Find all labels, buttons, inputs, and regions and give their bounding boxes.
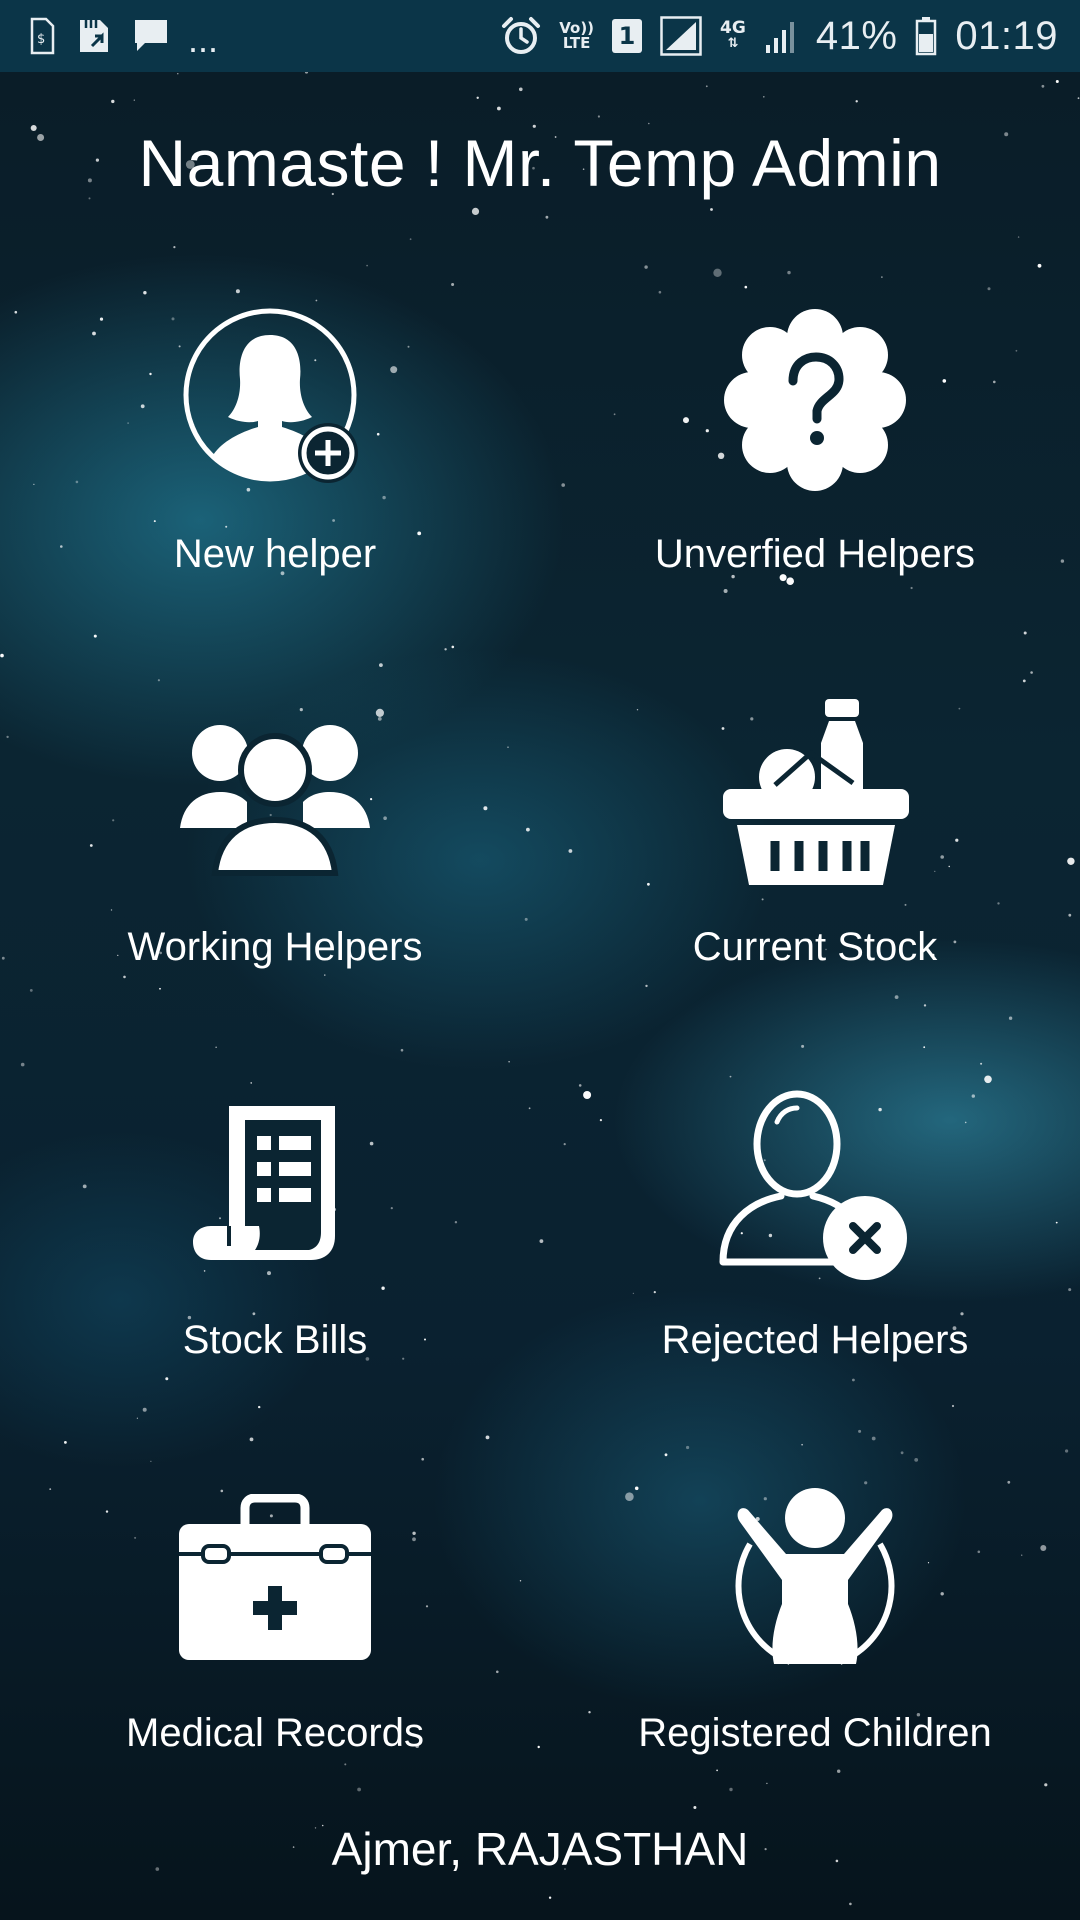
star [849, 1902, 852, 1906]
menu-label: Working Helpers [127, 925, 423, 969]
star [451, 283, 455, 286]
menu-tile-current-stock[interactable]: Current Stock [550, 693, 1080, 1086]
more-notifications-indicator: ... [188, 19, 219, 60]
question-badge-icon [715, 300, 915, 500]
clock: 01:19 [955, 13, 1058, 58]
star [409, 238, 412, 241]
star [173, 246, 176, 249]
star [987, 287, 991, 291]
star [133, 99, 135, 101]
battery-icon [915, 16, 937, 56]
sim-slot-badge: 1 [612, 19, 643, 53]
menu-label: New helper [173, 532, 377, 576]
menu-label: Registered Children [638, 1711, 992, 1755]
star [763, 96, 765, 98]
star [476, 96, 479, 100]
menu-tile-medical-records[interactable]: Medical Records [0, 1479, 550, 1872]
signal-strength-icon [660, 16, 702, 56]
message-icon [132, 17, 170, 55]
bill-scroll-icon [175, 1086, 375, 1286]
sim-toolkit-icon: $ [26, 16, 56, 56]
menu-label: Current Stock [692, 925, 938, 969]
star [713, 268, 722, 277]
menu-grid: New helper Unverfied Helpers Working Hel… [0, 300, 1080, 1872]
star [705, 85, 708, 88]
location-label: Ajmer, RAJASTHAN [331, 1823, 749, 1875]
star [471, 207, 480, 215]
greeting-title: Namaste ! Mr. Temp Admin [138, 126, 942, 200]
menu-tile-rejected-helpers[interactable]: Rejected Helpers [550, 1086, 1080, 1479]
group-icon [175, 693, 375, 893]
battery-percent: 41% [815, 13, 898, 58]
menu-tile-new-helper[interactable]: New helper [0, 300, 550, 693]
svg-text:$: $ [37, 32, 45, 47]
star [235, 289, 240, 294]
star [881, 276, 883, 278]
star [744, 285, 748, 289]
star [545, 215, 549, 219]
status-bar: $ ... Vo)) LTE 1 4G ⇅ 41% 01:19 [0, 0, 1080, 72]
star [1041, 84, 1045, 88]
add-helper-icon [175, 300, 375, 500]
star [177, 73, 179, 75]
star [1077, 97, 1080, 100]
star [497, 106, 501, 111]
star [111, 99, 115, 104]
menu-label: Medical Records [126, 1711, 424, 1755]
star [143, 291, 147, 295]
star [597, 115, 601, 118]
star [1037, 263, 1042, 268]
star [658, 290, 662, 294]
menu-label: Unverfied Helpers [654, 532, 976, 576]
star [1055, 80, 1059, 83]
menu-label: Stock Bills [182, 1318, 368, 1362]
network-type-indicator: 4G ⇅ [720, 18, 746, 52]
menu-tile-registered-children[interactable]: Registered Children [550, 1479, 1080, 1872]
child-icon [715, 1479, 915, 1679]
signal-bars-icon [764, 17, 798, 55]
menu-tile-stock-bills[interactable]: Stock Bills [0, 1086, 550, 1479]
alarm-icon [501, 16, 541, 56]
menu-tile-working-helpers[interactable]: Working Helpers [0, 693, 550, 1086]
menu-label: Rejected Helpers [661, 1318, 969, 1362]
star [855, 100, 858, 103]
star [644, 265, 648, 269]
reject-user-icon [715, 1086, 915, 1286]
star [366, 264, 368, 267]
medical-kit-icon [175, 1479, 375, 1679]
star [787, 270, 791, 275]
star [1017, 236, 1020, 238]
sd-card-icon [74, 16, 114, 56]
grocery-basket-icon [715, 693, 915, 893]
menu-tile-unverified-helpers[interactable]: Unverfied Helpers [550, 300, 1080, 693]
star [519, 87, 523, 92]
star [710, 208, 713, 211]
star [548, 1896, 552, 1899]
volte-indicator: Vo)) LTE [559, 19, 595, 52]
